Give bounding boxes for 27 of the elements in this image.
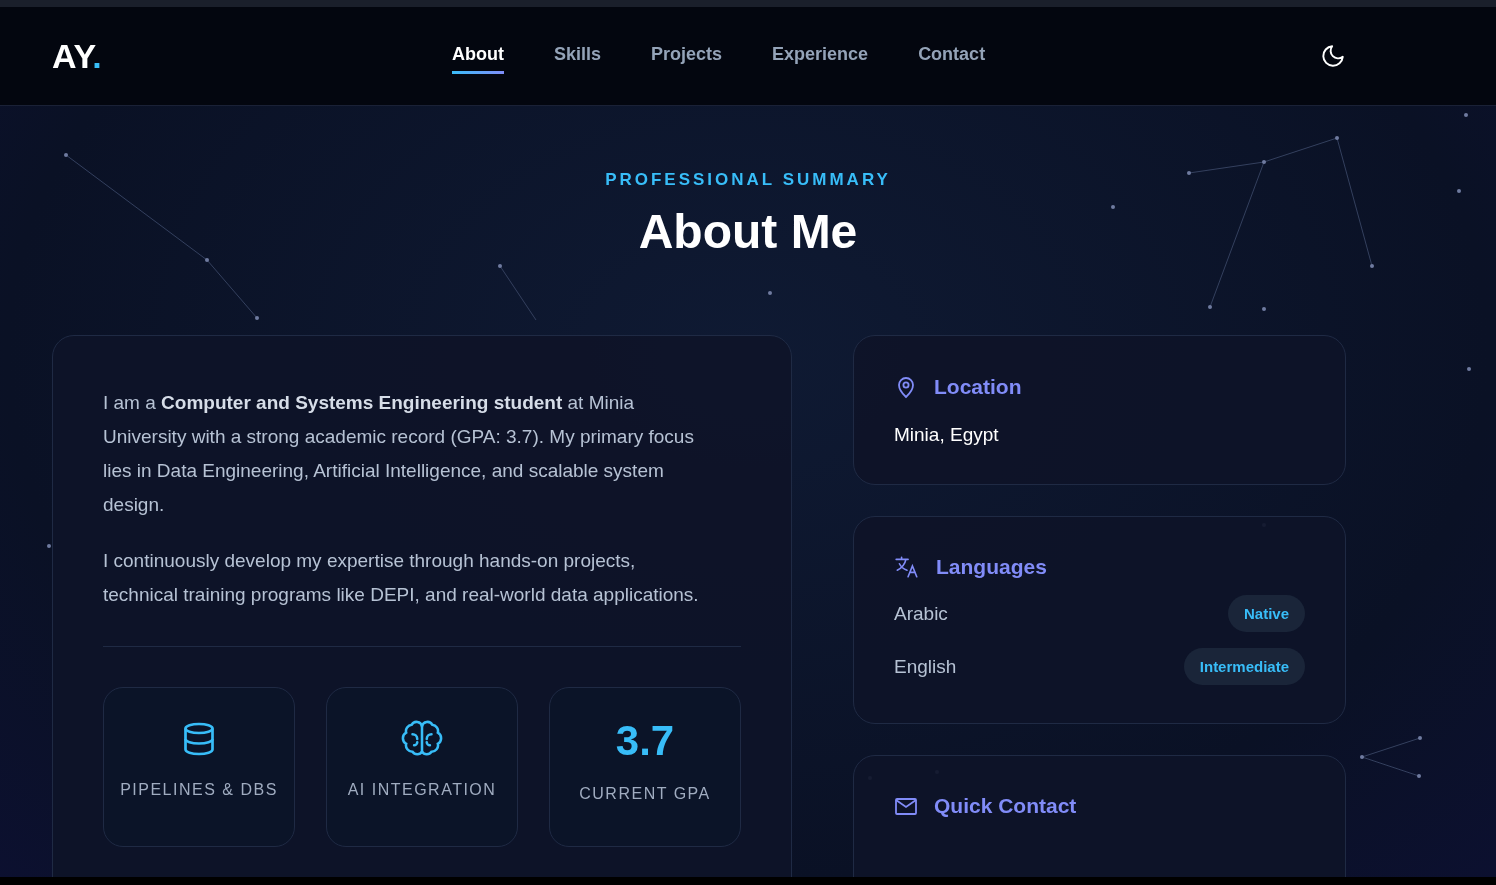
section-title: About Me — [637, 204, 859, 259]
nav-link[interactable]: Skills — [554, 38, 601, 74]
nav-link[interactable]: Experience — [772, 38, 869, 74]
translate-icon — [894, 555, 920, 579]
stat-label: CURRENT GPA — [578, 784, 712, 804]
database-icon — [181, 720, 217, 758]
stat-label: AI INTEGRATION — [346, 780, 498, 800]
nav-link[interactable]: Contact — [918, 38, 986, 74]
stat-label: PIPELINES & DBS — [119, 780, 279, 800]
summary-paragraph: I am a Computer and Systems Engineering student at Minia University with a strong academic record (GPA: 3.7). My primary focus lies in Data Engineering, Artificial Intelligence, and scalable system design. — [103, 391, 695, 517]
gpa-value: 3.7 — [615, 720, 675, 762]
proficiency-badge: Native — [1227, 595, 1305, 632]
summary-paragraph: I continuously develop my expertise through hands-on projects, technical training programs like DEPI, and real-world data applications. — [103, 549, 700, 607]
location-value: Minia, Egypt — [894, 424, 1000, 446]
card-title: Quick Contact — [934, 794, 1077, 818]
language-name: Arabic — [894, 602, 948, 625]
card-title: Location — [934, 375, 1022, 399]
mail-icon — [894, 796, 918, 816]
card-title: Languages — [936, 555, 1047, 579]
brain-icon — [401, 720, 443, 758]
proficiency-badge: Intermediate — [1183, 648, 1305, 685]
moon-icon[interactable] — [1320, 43, 1346, 69]
language-name: English — [894, 655, 957, 678]
section-eyebrow: PROFESSIONAL SUMMARY — [604, 170, 892, 190]
logo[interactable]: AY. — [52, 36, 452, 76]
nav-link[interactable]: Projects — [651, 38, 723, 74]
nav-link[interactable]: About — [452, 38, 504, 74]
